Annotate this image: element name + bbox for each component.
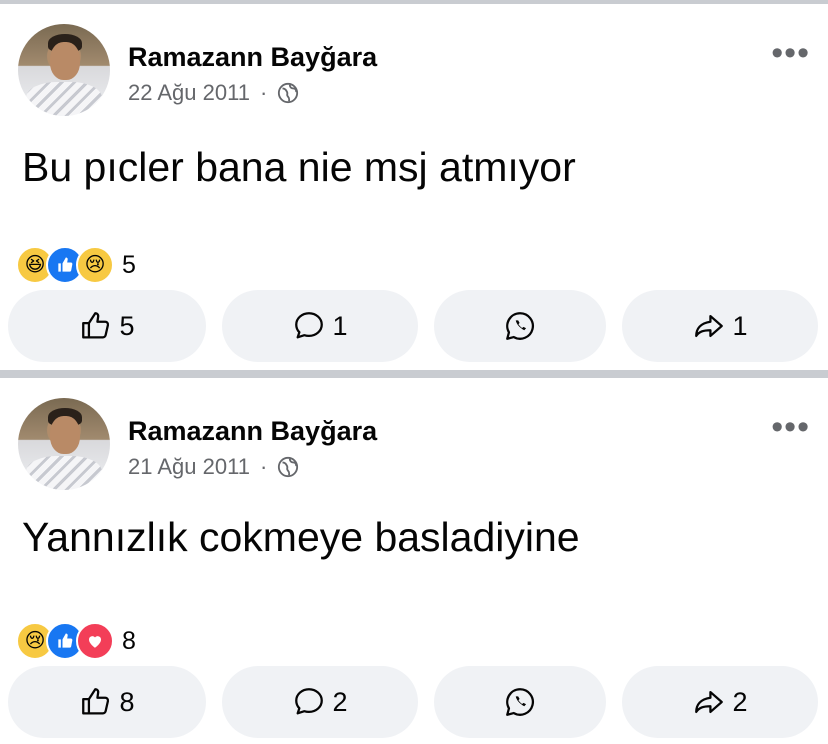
meta-separator: · — [259, 80, 268, 105]
reaction-count[interactable]: 8 — [122, 627, 136, 656]
post-meta: 21 Ağu 2011 · — [128, 454, 299, 480]
post-1: Ramazann Bayğara 22 Ağu 2011 · ••• Bu pı… — [0, 4, 828, 370]
like-button[interactable]: 5 — [8, 290, 206, 362]
comment-button[interactable]: 2 — [222, 666, 418, 738]
reactions-summary[interactable]: 😢 8 — [16, 622, 136, 660]
share-count: 1 — [732, 310, 748, 341]
avatar[interactable] — [18, 398, 110, 490]
like-count: 8 — [119, 686, 135, 717]
sad-reaction-icon: 😢 — [76, 246, 114, 284]
more-options-icon[interactable]: ••• — [771, 410, 810, 444]
share-arrow-icon — [695, 314, 724, 338]
comment-button[interactable]: 1 — [222, 290, 418, 362]
whatsapp-share-button[interactable] — [434, 290, 606, 362]
reactions-summary[interactable]: 😆 😢 5 — [16, 246, 136, 284]
post-text: Bu pıcler bana nie msj atmıyor — [22, 144, 576, 190]
whatsapp-icon — [506, 312, 535, 340]
post-divider — [0, 370, 828, 378]
author-name[interactable]: Ramazann Bayğara — [128, 416, 377, 447]
post-text: Yannızlık cokmeye basladiyine — [22, 514, 580, 560]
thumbs-up-icon — [82, 688, 110, 715]
like-button[interactable]: 8 — [8, 666, 206, 738]
comment-count: 1 — [332, 310, 348, 341]
comment-icon — [295, 312, 324, 339]
post-2: Ramazann Bayğara 21 Ağu 2011 · ••• Yannı… — [0, 378, 828, 744]
share-count: 2 — [732, 686, 748, 717]
share-button[interactable]: 2 — [622, 666, 818, 738]
author-name[interactable]: Ramazann Bayğara — [128, 42, 377, 73]
globe-icon — [278, 82, 299, 104]
globe-icon — [278, 456, 299, 478]
avatar[interactable] — [18, 24, 110, 116]
post-meta: 22 Ağu 2011 · — [128, 80, 299, 106]
whatsapp-share-button[interactable] — [434, 666, 606, 738]
love-reaction-icon — [76, 622, 114, 660]
whatsapp-icon — [506, 688, 535, 716]
more-options-icon[interactable]: ••• — [771, 36, 810, 70]
post-actions: 8 2 2 — [8, 666, 820, 738]
share-arrow-icon — [695, 690, 724, 714]
post-date[interactable]: 21 Ağu 2011 — [128, 454, 250, 480]
post-actions: 5 1 1 — [8, 290, 820, 362]
thumbs-up-icon — [82, 312, 110, 339]
comment-count: 2 — [332, 686, 348, 717]
reaction-count[interactable]: 5 — [122, 251, 136, 280]
post-date[interactable]: 22 Ağu 2011 — [128, 80, 250, 106]
comment-icon — [295, 688, 324, 715]
like-count: 5 — [119, 310, 135, 341]
share-button[interactable]: 1 — [622, 290, 818, 362]
meta-separator: · — [259, 454, 268, 479]
